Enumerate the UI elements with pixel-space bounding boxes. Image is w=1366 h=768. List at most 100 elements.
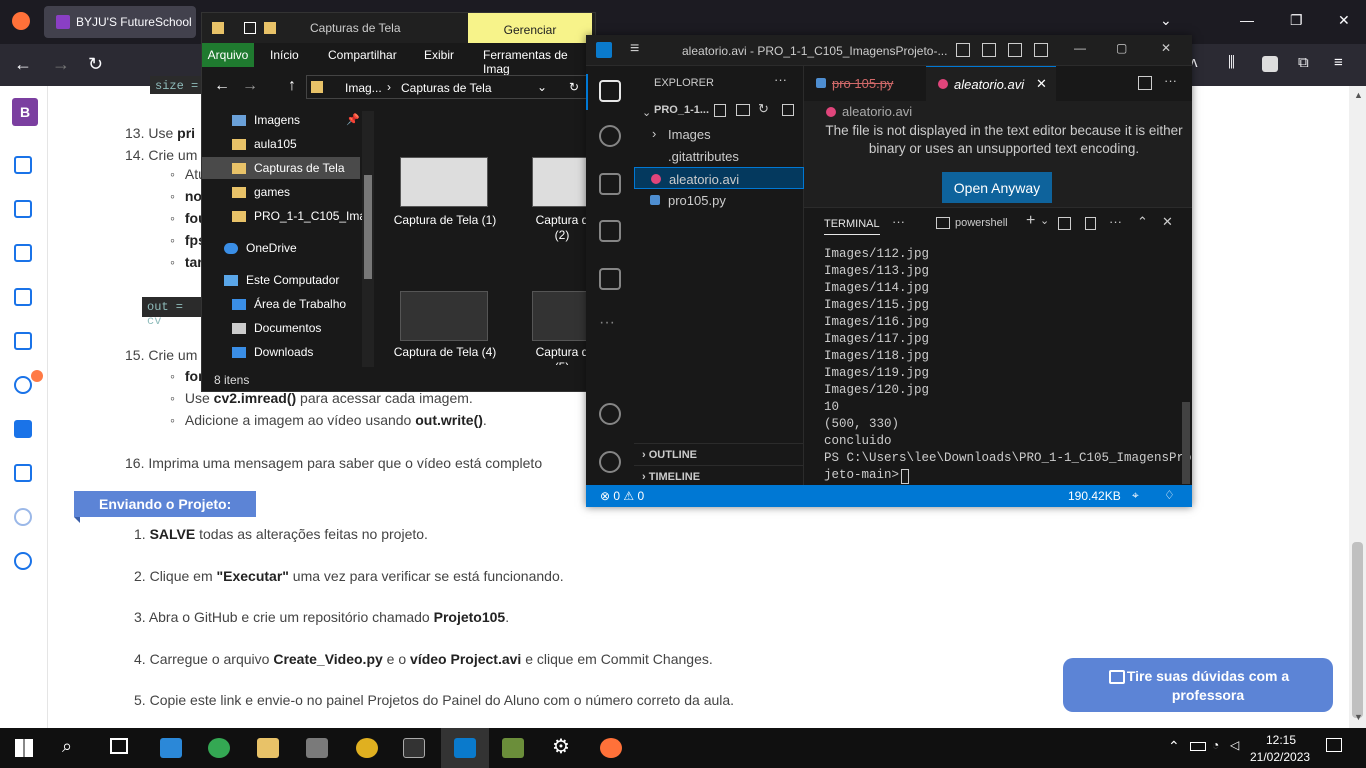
- settings-icon[interactable]: [599, 451, 621, 473]
- new-terminal-icon[interactable]: +: [1026, 212, 1035, 230]
- camera-icon[interactable]: [306, 738, 328, 758]
- search-icon[interactable]: [599, 125, 621, 147]
- ribbon-inicio[interactable]: Início: [270, 43, 299, 67]
- maximize-button[interactable]: ▢: [1116, 41, 1127, 55]
- open-anyway-button[interactable]: Open Anyway: [942, 172, 1052, 203]
- browser-tab[interactable]: BYJU'S FutureSchool: [44, 6, 196, 38]
- split-icon[interactable]: [1008, 43, 1022, 57]
- file-explorer-icon[interactable]: [257, 738, 279, 758]
- sidebar-games[interactable]: games: [232, 185, 290, 199]
- back-icon[interactable]: ←: [214, 77, 230, 95]
- sidebar-desktop[interactable]: Área de Trabalho: [232, 297, 346, 311]
- new-folder-icon[interactable]: [264, 22, 276, 34]
- collapse-icon[interactable]: [782, 104, 794, 116]
- account-icon[interactable]: [599, 403, 621, 425]
- sidebar-este-computador[interactable]: Este Computador: [224, 273, 339, 287]
- maximize-panel-icon[interactable]: ⌃: [1137, 214, 1148, 230]
- windows-start-icon[interactable]: [15, 739, 33, 757]
- back-icon[interactable]: ←: [14, 54, 32, 75]
- close-button[interactable]: ✕: [1338, 12, 1350, 29]
- sidebar-scroll-thumb[interactable]: [364, 175, 372, 279]
- explorer-icon[interactable]: [599, 80, 621, 102]
- file-label[interactable]: Captura d (2): [532, 213, 592, 243]
- problems-indicator[interactable]: ⊗ 0 ⚠ 0: [600, 489, 644, 503]
- terminal-tab[interactable]: TERMINAL: [824, 218, 880, 235]
- run-debug-icon[interactable]: [599, 220, 621, 242]
- outline-section[interactable]: › OUTLINE: [634, 443, 804, 465]
- sidebar-capturas[interactable]: Capturas de Tela: [232, 161, 345, 175]
- scroll-thumb[interactable]: [1352, 542, 1363, 718]
- path-part-2[interactable]: Capturas de Tela: [401, 81, 492, 95]
- ribbon-compartilhar[interactable]: Compartilhar: [328, 43, 397, 67]
- more-actions-icon[interactable]: ···: [774, 72, 787, 87]
- sidebar-downloads[interactable]: Downloads: [232, 345, 313, 359]
- file-label[interactable]: Captura de Tela (1): [390, 213, 500, 228]
- breadcrumb[interactable]: aleatorio.avi: [842, 104, 912, 119]
- chrome-icon[interactable]: [208, 738, 230, 758]
- file-images[interactable]: › Images: [634, 123, 804, 145]
- more-actions-icon[interactable]: ···: [892, 214, 905, 229]
- restore-button[interactable]: ❐: [1290, 12, 1303, 29]
- file-gitattributes[interactable]: .gitattributes: [634, 145, 804, 167]
- scroll-up-icon[interactable]: ▲: [1354, 90, 1363, 100]
- customize-layout-icon[interactable]: [1034, 43, 1048, 57]
- wifi-icon[interactable]: ◔: [1212, 738, 1219, 752]
- trash-icon[interactable]: [1085, 217, 1096, 230]
- thumbnail[interactable]: [400, 157, 488, 207]
- sidebar-aula105[interactable]: aula105: [232, 137, 297, 151]
- extensions-icon[interactable]: ⧉: [1298, 54, 1309, 71]
- notes-icon[interactable]: [14, 288, 32, 306]
- refresh-icon[interactable]: ↻: [758, 101, 769, 117]
- tab-list-chevron-icon[interactable]: ⌄: [1160, 12, 1172, 29]
- byjus-logo[interactable]: B: [12, 98, 38, 126]
- thumbnail[interactable]: [400, 291, 488, 341]
- chevron-down-icon[interactable]: ⌄: [1040, 214, 1049, 227]
- more-icon[interactable]: ···: [599, 314, 615, 332]
- minimize-button[interactable]: —: [1074, 41, 1086, 55]
- chat-icon[interactable]: [14, 376, 32, 394]
- file-aleatorio[interactable]: aleatorio.avi: [634, 167, 804, 189]
- vscode-icon[interactable]: [454, 738, 476, 758]
- calendar-icon[interactable]: [14, 156, 32, 174]
- new-folder-icon[interactable]: [736, 104, 750, 116]
- clock-time[interactable]: 12:15: [1266, 733, 1296, 747]
- profile-icon[interactable]: [14, 508, 32, 526]
- shell-name[interactable]: powershell: [955, 217, 1008, 229]
- source-control-icon[interactable]: [599, 173, 621, 195]
- forward-icon[interactable]: →: [52, 54, 70, 75]
- battery-icon[interactable]: [1190, 742, 1206, 751]
- store-icon[interactable]: [160, 738, 182, 758]
- clock-date[interactable]: 21/02/2023: [1250, 750, 1310, 764]
- book-icon[interactable]: [14, 200, 32, 218]
- dropdown-icon[interactable]: ⌄: [537, 80, 547, 94]
- terminal-scrollbar[interactable]: [1180, 244, 1192, 484]
- folder-name[interactable]: PRO_1-1...: [654, 104, 709, 116]
- firefox-icon[interactable]: [600, 738, 622, 758]
- thumbnail[interactable]: [532, 291, 592, 341]
- path-part-1[interactable]: Imag...: [345, 81, 382, 95]
- account-icon[interactable]: [1262, 56, 1278, 72]
- help-button[interactable]: Tire suas dúvidas com a professora: [1063, 658, 1333, 712]
- firefox-menu-icon[interactable]: [12, 12, 30, 30]
- file-pro105[interactable]: pro105.py: [634, 189, 804, 211]
- menu-icon[interactable]: ≡: [630, 40, 639, 58]
- library-icon[interactable]: ⫼: [1228, 54, 1235, 71]
- tab-aleatorio[interactable]: aleatorio.avi ✕: [926, 66, 1056, 101]
- file-label[interactable]: Captura d (5): [532, 345, 592, 365]
- remote-icon[interactable]: ⌖: [1132, 488, 1139, 503]
- task-view-icon[interactable]: [110, 738, 128, 754]
- close-panel-icon[interactable]: ✕: [1162, 214, 1173, 230]
- menu-icon[interactable]: ≡: [1334, 54, 1343, 71]
- up-icon[interactable]: ↑: [288, 77, 296, 95]
- terminal-app-icon[interactable]: [403, 738, 425, 758]
- sidebar-pro-folder[interactable]: PRO_1-1_C105_Imag: [232, 209, 373, 223]
- folder-chevron-icon[interactable]: ⌄: [642, 106, 651, 119]
- layout-icon[interactable]: [956, 43, 970, 57]
- file-label[interactable]: Captura de Tela (4): [390, 345, 500, 365]
- ribbon-exibir[interactable]: Exibir: [424, 43, 454, 67]
- properties-icon[interactable]: [244, 22, 256, 34]
- close-tab-icon[interactable]: ✕: [1036, 76, 1047, 92]
- network-icon[interactable]: [14, 244, 32, 262]
- more-actions-icon[interactable]: ···: [1164, 73, 1177, 88]
- manage-tab[interactable]: Gerenciar: [468, 13, 592, 43]
